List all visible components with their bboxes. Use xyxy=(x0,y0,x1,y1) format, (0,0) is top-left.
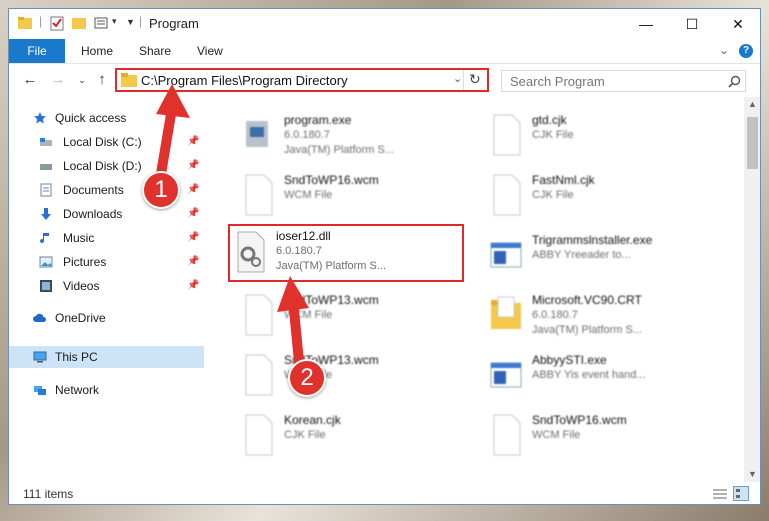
callout-1: 1 xyxy=(142,171,180,209)
arrow-1 xyxy=(155,84,190,185)
arrow-2 xyxy=(277,276,309,377)
annotation-overlay xyxy=(155,84,309,377)
callout-2: 2 xyxy=(288,359,326,397)
